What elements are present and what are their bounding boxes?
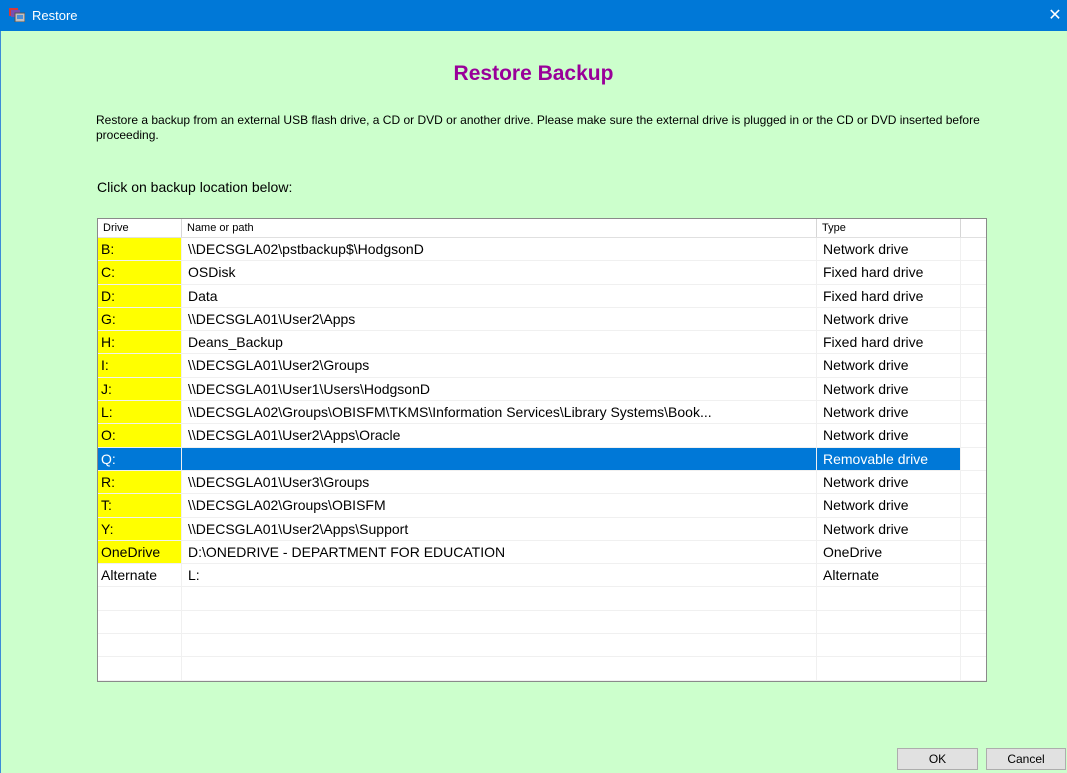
- cell-drive: H:: [98, 331, 182, 354]
- cell-drive: [98, 587, 182, 610]
- cell-type: OneDrive: [817, 540, 961, 564]
- cell-name: Data: [182, 284, 817, 307]
- cell-name: [182, 447, 817, 470]
- cell-type: [817, 634, 961, 657]
- title-bar: Restore ✕: [0, 0, 1067, 31]
- cell-type: Network drive: [817, 354, 961, 377]
- cell-type: [817, 610, 961, 634]
- cell-drive: [98, 634, 182, 657]
- cell-name: [182, 587, 817, 610]
- close-icon[interactable]: ✕: [1043, 0, 1067, 31]
- cell-drive: Q:: [98, 447, 182, 470]
- cell-type: Network drive: [817, 517, 961, 540]
- empty-row: [98, 657, 986, 681]
- table-row[interactable]: Alternate L: Alternate: [98, 564, 986, 588]
- cell-name: \\DECSGLA02\Groups\OBISFM\TKMS\Informati…: [182, 401, 817, 424]
- list-rows: B: \\DECSGLA02\pstbackup$\HodgsonD Network…: [98, 238, 986, 681]
- cell-name: OSDisk: [182, 261, 817, 284]
- cancel-button[interactable]: Cancel: [986, 748, 1066, 770]
- table-row[interactable]: J: \\DECSGLA01\User1\Users\HodgsonD Networ…: [98, 377, 986, 402]
- cell-drive: L:: [98, 401, 182, 424]
- cell-name: \\DECSGLA01\User1\Users\HodgsonD: [182, 377, 817, 401]
- cell-type: Removable drive: [817, 447, 961, 470]
- instruction-label: Click on backup location below:: [97, 179, 293, 195]
- cell-drive: OneDrive: [98, 540, 182, 564]
- cell-name: \\DECSGLA01\User2\Apps\Support: [182, 517, 817, 540]
- table-row[interactable]: I: \\DECSGLA01\User2\Groups Network drive: [98, 354, 986, 378]
- table-row[interactable]: B: \\DECSGLA02\pstbackup$\HodgsonD Network…: [98, 238, 986, 262]
- cell-drive: C:: [98, 261, 182, 284]
- cell-drive: [98, 610, 182, 634]
- empty-row: [98, 634, 986, 658]
- table-row[interactable]: R: \\DECSGLA01\User3\Groups Network drive: [98, 470, 986, 495]
- table-row[interactable]: G: \\DECSGLA01\User2\Apps Network drive: [98, 307, 986, 332]
- column-header-type[interactable]: Type: [817, 219, 961, 237]
- cell-type: Alternate: [817, 564, 961, 587]
- column-header-drive[interactable]: Drive: [98, 219, 182, 237]
- restore-dialog: Restore ✕ Restore Backup Restore a backu…: [0, 0, 1067, 773]
- table-row[interactable]: Q: Removable drive: [98, 447, 986, 471]
- cell-name: [182, 610, 817, 634]
- page-title: Restore Backup: [453, 62, 614, 85]
- cell-type: Network drive: [817, 494, 961, 517]
- table-row[interactable]: D: Data Fixed hard drive: [98, 284, 986, 308]
- window-title: Restore: [32, 8, 78, 23]
- cell-drive: D:: [98, 284, 182, 307]
- list-header: Drive Name or path Type: [98, 219, 986, 238]
- cell-type: Fixed hard drive: [817, 284, 961, 307]
- cell-drive: I:: [98, 354, 182, 377]
- column-header-name[interactable]: Name or path: [182, 219, 817, 237]
- cell-type: Fixed hard drive: [817, 331, 961, 354]
- cell-drive: Alternate: [98, 564, 182, 587]
- cell-name: \\DECSGLA02\Groups\OBISFM: [182, 494, 817, 517]
- cell-name: [182, 634, 817, 657]
- cell-type: Fixed hard drive: [817, 261, 961, 284]
- window-border: [0, 31, 1, 773]
- cell-drive: R:: [98, 470, 182, 494]
- description-text: Restore a backup from an external USB fl…: [96, 113, 980, 142]
- cell-drive: Y:: [98, 517, 182, 540]
- table-row[interactable]: C: OSDisk Fixed hard drive: [98, 261, 986, 285]
- cell-drive: [98, 657, 182, 680]
- cell-type: Network drive: [817, 470, 961, 494]
- table-row[interactable]: OneDrive D:\ONEDRIVE - DEPARTMENT FOR EDU…: [98, 540, 986, 565]
- table-row[interactable]: Y: \\DECSGLA01\User2\Apps\Support Network …: [98, 517, 986, 541]
- cell-name: [182, 657, 817, 680]
- cell-drive: G:: [98, 307, 182, 331]
- cell-name: Deans_Backup: [182, 331, 817, 354]
- cell-drive: O:: [98, 424, 182, 447]
- table-row[interactable]: O: \\DECSGLA01\User2\Apps\Oracle Network d…: [98, 424, 986, 448]
- cell-drive: J:: [98, 377, 182, 401]
- cell-type: Network drive: [817, 307, 961, 331]
- cell-type: Network drive: [817, 401, 961, 424]
- table-row[interactable]: T: \\DECSGLA02\Groups\OBISFM Network drive: [98, 494, 986, 518]
- cell-name: \\DECSGLA01\User2\Groups: [182, 354, 817, 377]
- cell-drive: B:: [98, 238, 182, 261]
- cell-drive: T:: [98, 494, 182, 517]
- cell-type: [817, 657, 961, 680]
- cell-name: D:\ONEDRIVE - DEPARTMENT FOR EDUCATION: [182, 540, 817, 564]
- empty-row: [98, 610, 986, 635]
- cell-type: [817, 587, 961, 610]
- cell-name: \\DECSGLA01\User2\Apps: [182, 307, 817, 331]
- cell-type: Network drive: [817, 424, 961, 447]
- empty-row: [98, 587, 986, 611]
- cell-name: \\DECSGLA01\User3\Groups: [182, 470, 817, 494]
- restore-app-icon: [9, 8, 25, 22]
- cell-type: Network drive: [817, 377, 961, 401]
- cell-name: L:: [182, 564, 817, 587]
- table-row[interactable]: H: Deans_Backup Fixed hard drive: [98, 331, 986, 355]
- cell-type: Network drive: [817, 238, 961, 261]
- backup-location-list[interactable]: Drive Name or path Type B: \\DECSGLA02\ps…: [97, 218, 987, 682]
- cell-name: \\DECSGLA02\pstbackup$\HodgsonD: [182, 238, 817, 261]
- table-row[interactable]: L: \\DECSGLA02\Groups\OBISFM\TKMS\Informa…: [98, 401, 986, 425]
- ok-button[interactable]: OK: [897, 748, 978, 770]
- cell-name: \\DECSGLA01\User2\Apps\Oracle: [182, 424, 817, 447]
